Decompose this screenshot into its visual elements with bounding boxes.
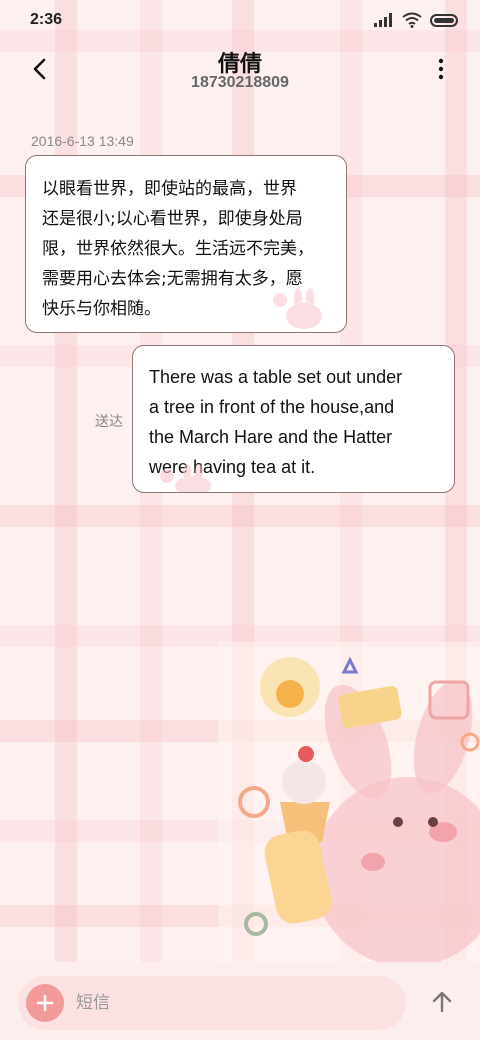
message-timestamp: 2016-6-13 13:49 [31, 133, 134, 149]
composer-bar [0, 962, 480, 1040]
message-line: 限，世界依然很大。生活远不完美， [42, 239, 314, 259]
conversation-header: 倩倩 18730218809 [0, 40, 480, 102]
message-line: a tree in front of the house,and [149, 397, 395, 417]
incoming-message-bubble[interactable]: 以眼看世界，即使站的最高，世界 还是很小;以心看世界，即使身处局 限，世界依然很… [25, 155, 347, 333]
more-vertical-icon [438, 58, 444, 80]
contact-number: 18730218809 [191, 74, 289, 91]
bunny-decoration-icon [160, 464, 211, 492]
battery-icon [430, 13, 458, 27]
more-options-button[interactable] [426, 54, 456, 84]
bunny-sticker-illustration [218, 642, 480, 967]
status-time: 2:36 [30, 11, 63, 28]
composer-pill [18, 976, 406, 1030]
message-input[interactable] [76, 986, 386, 1020]
message-line: 以眼看世界，即使站的最高，世界 [42, 179, 297, 199]
message-line: 还是很小;以心看世界，即使身处局 [42, 209, 303, 229]
status-bar: 2:36 [0, 0, 480, 40]
message-line: the March Hare and the Hatter [149, 427, 393, 447]
send-button[interactable] [426, 986, 458, 1018]
add-attachment-button[interactable] [26, 984, 64, 1022]
message-line: There was a table set out under [149, 367, 403, 387]
wifi-icon [402, 12, 422, 28]
signal-icon [374, 13, 392, 27]
outgoing-message-bubble[interactable]: There was a table set out under a tree i… [132, 345, 455, 493]
delivery-status: 送达 [95, 414, 123, 430]
plus-icon [36, 994, 54, 1012]
status-icons [374, 12, 458, 28]
arrow-up-icon [432, 991, 452, 1013]
bunny-decoration-icon [273, 288, 322, 329]
